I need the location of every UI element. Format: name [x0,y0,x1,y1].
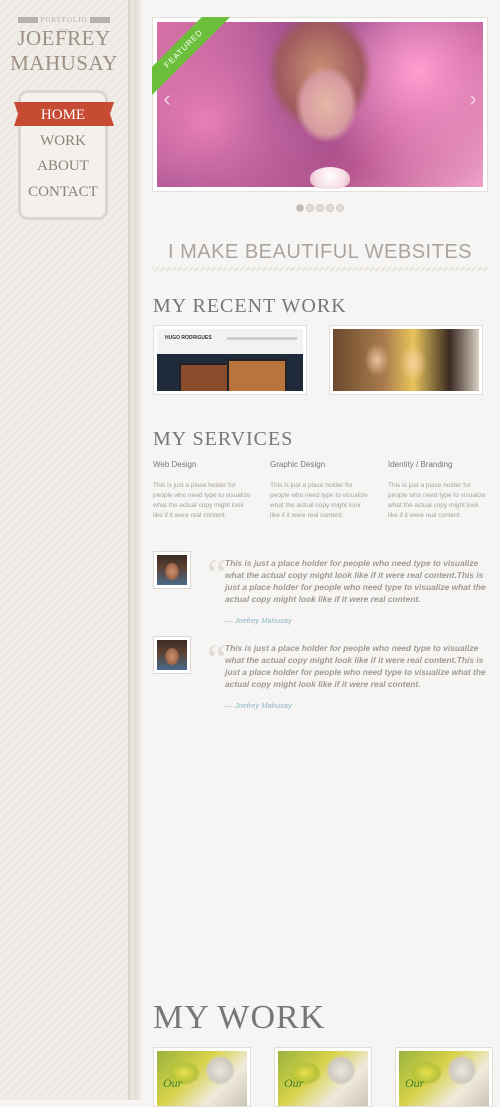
thumb-nav-bar [227,337,297,340]
site-title-line2: MAHUSAY [10,51,118,75]
site-title-line1: JOEFREY [17,26,111,50]
testimonial-quote: This is just a place holder for people w… [225,558,486,604]
service-title: Identity / Branding [388,460,453,469]
avatar-image [157,640,187,670]
quote-icon: “ [207,550,227,599]
recent-work-thumb[interactable] [329,325,483,395]
work-thumb-text: Our [284,1076,304,1090]
work-thumb-text: Our [405,1076,425,1090]
work-image: Our [399,1051,489,1106]
nav-item-about[interactable]: ABOUT [18,156,108,176]
work-thumb-text: Our [163,1076,183,1090]
slider-dots [296,204,346,212]
service-title: Graphic Design [270,460,326,469]
slider-dot[interactable] [296,204,304,212]
work-thumb[interactable]: Our [274,1047,372,1107]
work-image: Our [157,1051,247,1106]
sidebar-edge [128,0,142,1100]
avatar [153,551,191,589]
service-text: This is just a place holder for people w… [270,482,368,519]
featured-badge: FEATURED [152,17,232,97]
testimonial-quote: This is just a place holder for people w… [225,643,486,689]
recent-work-image [333,329,479,391]
nav-item-work[interactable]: WORK [18,131,108,151]
slider-dot[interactable] [326,204,334,212]
service-text: This is just a place holder for people w… [388,482,486,519]
services-heading: MY SERVICES [153,428,294,450]
work-thumb[interactable]: Our [153,1047,251,1107]
site-eyebrow: PORTFOLIO OF [18,14,110,36]
tagline: I MAKE BEAUTIFUL WEBSITES [167,241,473,263]
work-thumb[interactable]: Our [395,1047,493,1107]
divider [152,267,488,271]
thumb-brand-label: HUGO RODRIGUES [165,335,212,341]
slider-next-icon[interactable]: › [466,88,480,110]
slider-dot[interactable] [336,204,344,212]
work-image: Our [278,1051,368,1106]
slide-flower [310,167,350,189]
my-work-heading: MY WORK [153,999,326,1036]
thumb-device [179,363,231,391]
eyebrow-bar-right [90,17,110,23]
avatar-image [157,555,187,585]
service-title: Web Design [153,460,197,469]
recent-work-thumb[interactable]: HUGO RODRIGUES [153,325,307,395]
nav-item-contact[interactable]: CONTACT [18,182,108,202]
sidebar: PORTFOLIO OF JOEFREY MAHUSAY HOME WORK A… [0,0,128,1100]
eyebrow-bar-left [18,17,38,23]
service-text: This is just a place holder for people w… [153,482,251,519]
quote-icon: “ [207,635,227,684]
recent-work-heading: MY RECENT WORK [153,295,347,317]
avatar [153,636,191,674]
testimonial-author: — Joefrey Mahusay [225,616,292,625]
testimonial-author: — Joefrey Mahusay [225,701,292,710]
thumb-device [227,359,287,391]
featured-ribbon: FEATURED [152,17,232,97]
nav-item-home[interactable]: HOME [18,105,108,125]
slider-dot[interactable] [316,204,324,212]
site-title[interactable]: JOEFREY MAHUSAY [0,26,128,76]
slider-dot[interactable] [306,204,314,212]
recent-work-image: HUGO RODRIGUES [157,329,303,391]
